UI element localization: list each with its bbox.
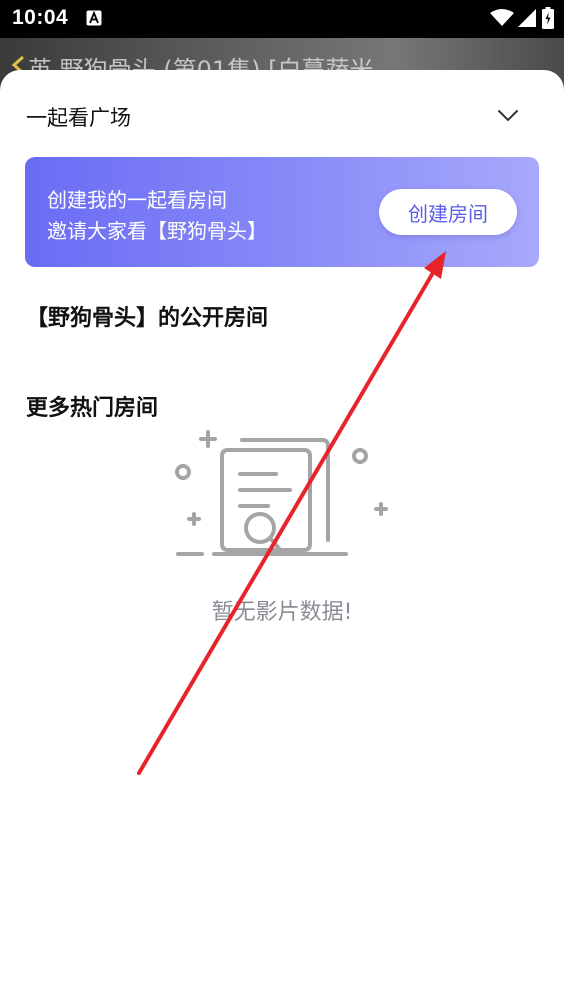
create-room-card: 创建我的一起看房间 邀请大家看【野狗骨头】 创建房间: [25, 157, 539, 267]
wifi-icon: [490, 9, 514, 26]
empty-state-text: 暂无影片数据!: [211, 600, 353, 625]
create-room-button[interactable]: 创建房间: [379, 189, 517, 235]
document-search-icon: [175, 430, 388, 556]
status-time: 10:04: [12, 6, 69, 29]
create-card-line2: 邀请大家看【野狗骨头】: [47, 219, 267, 243]
signal-icon: [518, 9, 536, 27]
public-rooms-heading: 【野狗骨头】的公开房间: [26, 306, 269, 331]
watch-together-sheet: 一起看广场 创建我的一起看房间 邀请大家看【野狗骨头】 创建房间 【野狗骨头】的…: [0, 70, 564, 1004]
more-rooms-heading: 更多热门房间: [26, 396, 159, 421]
status-bar: 10:04: [0, 0, 564, 38]
create-card-line1: 创建我的一起看房间: [47, 188, 227, 212]
chevron-down-icon: [498, 110, 518, 122]
battery-icon: [542, 7, 554, 29]
a-icon: [86, 10, 102, 26]
collapse-button[interactable]: [490, 100, 526, 132]
sheet-title: 一起看广场: [26, 106, 131, 130]
